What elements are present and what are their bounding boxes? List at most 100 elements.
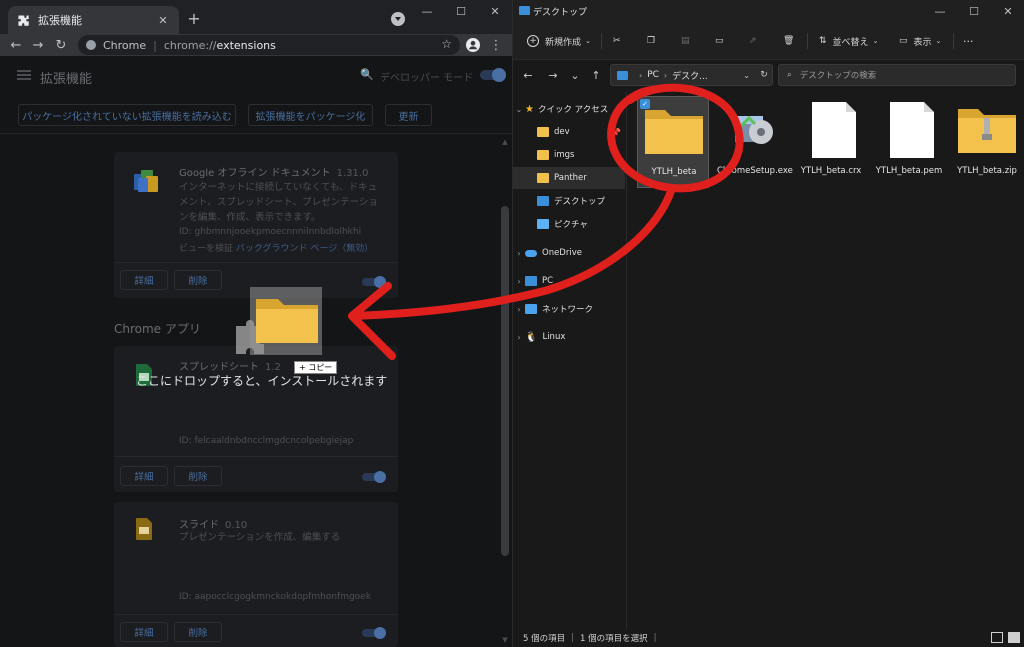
copy-icon[interactable]: ❐ <box>647 31 655 51</box>
desktop-folder-icon <box>519 6 530 15</box>
back-button[interactable]: ← <box>521 68 535 82</box>
view-icon: ▭ <box>899 36 908 46</box>
background-page-link[interactable]: バックグラウンド ページ（無効） <box>236 244 373 254</box>
slides-icon <box>136 518 152 544</box>
bookmark-star-icon[interactable]: ☆ <box>441 37 452 51</box>
new-button[interactable]: + 新規作成 ⌄ <box>527 31 591 51</box>
recent-locations-button[interactable]: ⌄ <box>568 68 582 82</box>
forward-button[interactable]: → <box>29 36 47 54</box>
sidebar-label: PC <box>542 276 554 286</box>
extension-description: プレゼンテーションを作成、編集する <box>179 532 341 543</box>
sidebar-item-pc[interactable]: › PC <box>513 270 625 292</box>
details-button[interactable]: 詳細 <box>120 466 168 486</box>
enable-toggle[interactable] <box>362 471 386 483</box>
refresh-button[interactable]: ↻ <box>754 70 774 80</box>
zip-folder-icon <box>957 106 1017 158</box>
sidebar-item-onedrive[interactable]: › OneDrive <box>513 242 625 264</box>
address-bar[interactable]: › PC › デスク... ⌄ ↻ <box>610 64 773 86</box>
share-icon[interactable]: ⇗ <box>749 31 757 51</box>
more-options-icon[interactable]: ··· <box>963 31 974 51</box>
view-button[interactable]: ▭ 表示 ⌄ <box>899 31 941 51</box>
remove-button[interactable]: 削除 <box>174 622 222 642</box>
item-count: 5 個の項目 <box>523 634 566 644</box>
tab-extensions[interactable]: 拡張機能 ✕ <box>8 6 179 34</box>
breadcrumb-desktop[interactable]: デスク... <box>672 69 708 82</box>
url-scheme: chrome:// <box>163 38 217 52</box>
expand-icon[interactable]: › <box>513 277 525 286</box>
expand-icon[interactable]: › <box>513 333 525 342</box>
minimize-button[interactable]: — <box>923 0 957 22</box>
extension-card: スライド 0.10 プレゼンテーションを作成、編集する ID: aapocclcg… <box>114 502 398 647</box>
enable-toggle[interactable] <box>362 276 386 288</box>
scrollbar-thumb[interactable] <box>501 206 509 556</box>
sidebar-item-pictures[interactable]: ピクチャ <box>513 213 625 235</box>
expand-icon[interactable]: ⌄ <box>513 105 525 114</box>
cut-icon[interactable]: ✂ <box>613 31 621 51</box>
details-button[interactable]: 詳細 <box>120 270 168 290</box>
maximize-button[interactable]: ☐ <box>957 0 991 22</box>
dev-mode-toggle[interactable] <box>480 68 506 82</box>
breadcrumb-pc[interactable]: PC <box>647 70 659 80</box>
sidebar-item-dev[interactable]: dev 📌 <box>513 121 625 143</box>
sort-button[interactable]: ⇅ 並べ替え ⌄ <box>819 31 878 51</box>
file-item-chromesetup[interactable]: ChromeSetup.exe <box>717 96 793 188</box>
page-title: 拡張機能 <box>40 72 93 87</box>
paste-icon[interactable]: ▤ <box>681 31 690 51</box>
maximize-button[interactable]: ☐ <box>444 0 478 22</box>
sidebar-item-quick-access[interactable]: ⌄ ★ クイック アクセス <box>513 98 625 120</box>
profile-icon[interactable] <box>464 36 482 54</box>
close-window-button[interactable]: ✕ <box>478 0 512 22</box>
scroll-down-arrow[interactable]: ▼ <box>501 636 509 644</box>
inspect-label: ビューを検証 <box>179 244 234 254</box>
up-button[interactable]: ↑ <box>589 68 603 82</box>
minimize-button[interactable]: — <box>410 0 444 22</box>
sidebar-item-linux[interactable]: › 🐧 Linux <box>513 326 625 348</box>
scroll-up-arrow[interactable]: ▲ <box>501 138 509 146</box>
expand-icon[interactable]: › <box>513 249 525 258</box>
update-button[interactable]: 更新 <box>385 104 432 126</box>
close-icon[interactable]: ✕ <box>155 12 171 28</box>
sidebar-item-panther[interactable]: Panther <box>513 167 625 189</box>
file-item-zip[interactable]: YTLH_beta.zip <box>951 96 1023 188</box>
close-window-button[interactable]: ✕ <box>991 0 1024 22</box>
installer-icon <box>731 106 777 156</box>
expand-icon[interactable]: › <box>513 305 525 314</box>
back-button[interactable]: ← <box>7 36 25 54</box>
extension-id: ID: aapocclcgogkmnckokdopfmhonfmgoek <box>179 592 371 602</box>
hamburger-icon[interactable] <box>17 70 31 80</box>
omnibox[interactable]: Chrome | chrome://extensions ☆ <box>78 35 460 55</box>
file-item-pem[interactable]: YTLH_beta.pem <box>873 96 945 188</box>
sidebar-item-imgs[interactable]: imgs <box>513 144 625 166</box>
forward-button[interactable]: → <box>546 68 560 82</box>
reload-button[interactable]: ↻ <box>52 36 70 54</box>
pack-extension-button[interactable]: 拡張機能をパッケージ化 <box>248 104 373 126</box>
menu-kebab-icon[interactable]: ⋮ <box>487 36 505 54</box>
search-input[interactable]: ⌕ デスクトップの検索 <box>778 64 1016 86</box>
sidebar-item-desktop[interactable]: デスクトップ <box>513 190 625 212</box>
file-view: ✓ YTLH_beta ChromeSetup.exe YTLH_beta.cr… <box>627 92 1024 629</box>
file-item-crx[interactable]: YTLH_beta.crx <box>795 96 867 188</box>
search-icon[interactable]: 🔍 <box>360 68 374 81</box>
name-text: Google オフライン ドキュメント <box>179 168 331 179</box>
new-label: 新規作成 <box>545 37 582 48</box>
new-tab-button[interactable]: + <box>184 9 204 29</box>
sidebar-item-network[interactable]: › ネットワーク <box>513 298 625 320</box>
load-unpacked-button[interactable]: パッケージ化されていない拡張機能を読み込む <box>18 104 236 126</box>
folder-icon <box>644 107 704 159</box>
chevron-down-icon[interactable]: ⌄ <box>743 71 750 80</box>
remove-button[interactable]: 削除 <box>174 270 222 290</box>
folder-icon <box>537 127 549 137</box>
details-view-icon[interactable] <box>991 632 1003 643</box>
rename-icon[interactable]: ▭ <box>715 31 724 51</box>
pictures-icon <box>537 219 549 229</box>
tab-search-icon[interactable] <box>391 12 405 26</box>
pc-icon <box>525 276 537 286</box>
enable-toggle[interactable] <box>362 627 386 639</box>
details-button[interactable]: 詳細 <box>120 622 168 642</box>
chevron-right-icon: › <box>639 70 643 80</box>
sort-icon: ⇅ <box>819 36 827 46</box>
large-icons-view-icon[interactable] <box>1008 632 1020 643</box>
file-item-ytlh-beta-folder[interactable]: ✓ YTLH_beta <box>637 96 709 188</box>
remove-button[interactable]: 削除 <box>174 466 222 486</box>
delete-icon[interactable]: 🗑 <box>783 31 794 51</box>
